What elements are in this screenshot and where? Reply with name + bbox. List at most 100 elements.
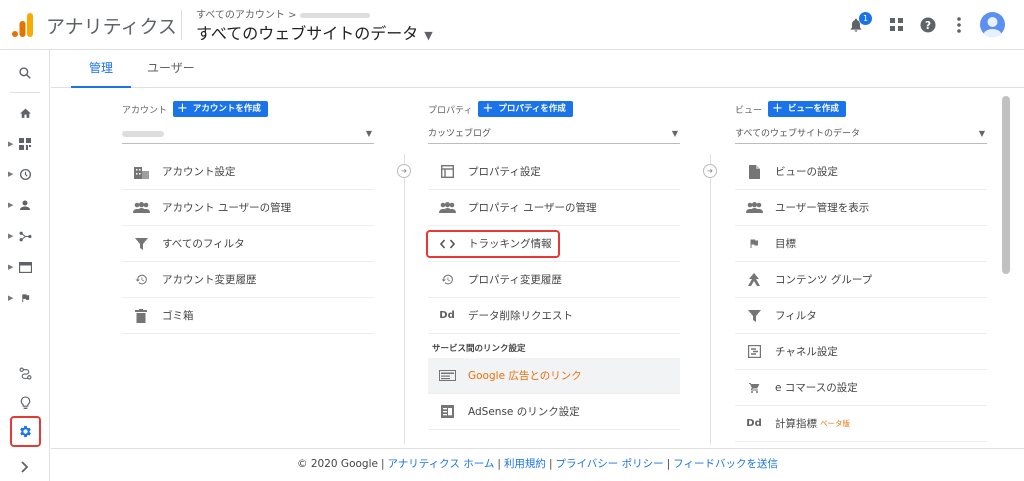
nav-realtime[interactable]: ▶ [0, 162, 50, 186]
menu-label: アカウント設定 [162, 166, 236, 178]
nav-customization[interactable]: ▶ [0, 132, 50, 156]
more-options-button[interactable] [947, 13, 971, 37]
property-header: プロパティ + プロパティを作成 [428, 100, 688, 118]
expand-arrow-icon: ▶ [8, 201, 14, 209]
more-vert-icon [957, 17, 961, 33]
create-property-button[interactable]: + プロパティを作成 [478, 101, 573, 117]
property-selector[interactable]: すべてのウェブサイトのデータ ▼ [196, 20, 433, 44]
apps-grid-icon [890, 18, 903, 31]
footer-link-analytics-home[interactable]: アナリティクス ホーム [388, 458, 495, 470]
ecommerce-settings-item[interactable]: e コマースの設定 [735, 370, 987, 406]
nav-discover[interactable] [0, 391, 50, 415]
goals-item[interactable]: 目標 [735, 226, 987, 262]
copyright: © 2020 Google [297, 458, 378, 470]
search-button[interactable] [0, 61, 50, 85]
menu-label: プロパティ ユーザーの管理 [468, 202, 597, 214]
people-icon [434, 202, 460, 213]
cart-icon [741, 382, 767, 394]
person-icon [20, 200, 30, 210]
property-settings-item[interactable]: プロパティ設定 [428, 154, 680, 190]
menu-label: 計算指標 [775, 418, 817, 430]
google-ads-icon [434, 370, 460, 381]
google-ads-link-item[interactable]: Google 広告とのリンク [428, 358, 680, 394]
nav-attribution[interactable] [0, 361, 50, 385]
account-change-history-item[interactable]: アカウント変更履歴 [122, 262, 374, 298]
account-label: アカウント [122, 105, 168, 116]
create-view-label: ビューを作成 [787, 104, 839, 114]
analytics-logo-icon[interactable] [12, 13, 34, 37]
nav-home[interactable] [0, 101, 50, 125]
tracking-info-item[interactable]: トラッキング情報 [426, 226, 680, 262]
menu-label: アカウント変更履歴 [162, 274, 257, 286]
breadcrumb[interactable]: すべてのアカウント > [196, 6, 371, 21]
view-settings-item[interactable]: ビューの設定 [735, 154, 987, 190]
redacted-account-name [300, 12, 371, 18]
channel-icon [741, 345, 767, 358]
avatar[interactable] [980, 12, 1005, 37]
view-user-management-item[interactable]: ユーザー管理を表示 [735, 190, 987, 226]
expand-arrow-icon: ▶ [8, 140, 14, 148]
all-filters-item[interactable]: すべてのフィルタ [122, 226, 374, 262]
footer-separator: | [666, 458, 671, 470]
home-icon [19, 108, 31, 118]
nav-audience[interactable]: ▶ [0, 193, 50, 217]
footer-link-terms[interactable]: 利用規約 [504, 458, 546, 470]
menu-label: すべてのフィルタ [162, 238, 245, 250]
menu-label: アカウント ユーザーの管理 [162, 202, 292, 214]
trash-icon [128, 308, 154, 323]
account-user-management-item[interactable]: アカウント ユーザーの管理 [122, 190, 374, 226]
chevron-right-icon [21, 461, 29, 473]
property-menu: プロパティ設定 プロパティ ユーザーの管理 トラッキング情報 プロパティ変更履歴… [426, 154, 680, 430]
header-divider [181, 10, 182, 40]
menu-label: e コマースの設定 [775, 382, 858, 394]
account-settings-item[interactable]: アカウント設定 [122, 154, 374, 190]
adsense-link-item[interactable]: AdSense のリンク設定 [428, 394, 680, 430]
property-column: プロパティ + プロパティを作成 カッツェブログ ▼ プロパティ設定 プロパティ … [426, 100, 688, 430]
view-select-value: すべてのウェブサイトのデータ [735, 129, 861, 139]
help-button[interactable]: ? [916, 13, 940, 37]
trash-item[interactable]: ゴミ箱 [122, 298, 374, 334]
tab-user[interactable]: ユーザー [129, 50, 213, 88]
view-header: ビュー + ビューを作成 [735, 100, 995, 118]
account-column: アカウント + アカウントを作成 ▼ アカウント設定 アカウント ユーザーの管理 … [122, 100, 382, 334]
admin-tabs: 管理 ユーザー [51, 50, 1024, 88]
nav-behavior[interactable]: ▶ [0, 255, 50, 279]
menu-label: フィルタ [775, 310, 817, 322]
menu-label: 目標 [775, 238, 796, 250]
tab-admin[interactable]: 管理 [71, 50, 132, 88]
behavior-icon [18, 261, 32, 273]
left-nav-rail: ▶ ▶ ▶ ▶ ▶ ▶ [0, 50, 50, 481]
property-user-management-item[interactable]: プロパティ ユーザーの管理 [428, 190, 680, 226]
footer-link-feedback[interactable]: フィードバックを送信 [673, 458, 778, 470]
nav-conversions[interactable]: ▶ [0, 286, 50, 310]
account-select[interactable]: ▼ [122, 124, 374, 144]
apps-button[interactable] [885, 13, 909, 37]
admin-settings-button[interactable] [10, 416, 41, 447]
help-icon: ? [920, 17, 936, 33]
create-view-button[interactable]: + ビューを作成 [768, 101, 846, 117]
scrollbar-thumb[interactable] [1002, 96, 1010, 274]
channel-settings-item[interactable]: チャネル設定 [735, 334, 987, 370]
property-change-history-item[interactable]: プロパティ変更履歴 [428, 262, 680, 298]
flag-icon [21, 294, 29, 303]
data-deletion-request-item[interactable]: Dd データ削除リクエスト [428, 298, 680, 334]
service-link-heading: サービス間のリンク設定 [432, 344, 526, 354]
create-account-button[interactable]: + アカウントを作成 [173, 101, 268, 117]
svg-text:?: ? [925, 20, 931, 32]
column-divider [404, 154, 405, 444]
clock-icon [19, 168, 31, 180]
calculated-metrics-item[interactable]: Dd 計算指標 ベータ版 [735, 406, 987, 442]
nav-acquisition[interactable]: ▶ [0, 224, 50, 248]
create-account-label: アカウントを作成 [192, 104, 261, 114]
footer-link-privacy[interactable]: プライバシー ポリシー [555, 458, 663, 470]
plus-icon: + [772, 101, 783, 116]
view-select[interactable]: すべてのウェブサイトのデータ ▼ [735, 124, 987, 144]
filters-item[interactable]: フィルタ [735, 298, 987, 334]
gear-icon [20, 425, 31, 438]
arrow-right-circle-icon: ➔ [703, 164, 717, 178]
property-select[interactable]: カッツェブログ ▼ [428, 124, 680, 144]
menu-label: コンテンツ グループ [775, 274, 873, 286]
content-grouping-item[interactable]: コンテンツ グループ [735, 262, 987, 298]
expand-rail-button[interactable] [0, 455, 50, 479]
view-label: ビュー [735, 105, 763, 116]
